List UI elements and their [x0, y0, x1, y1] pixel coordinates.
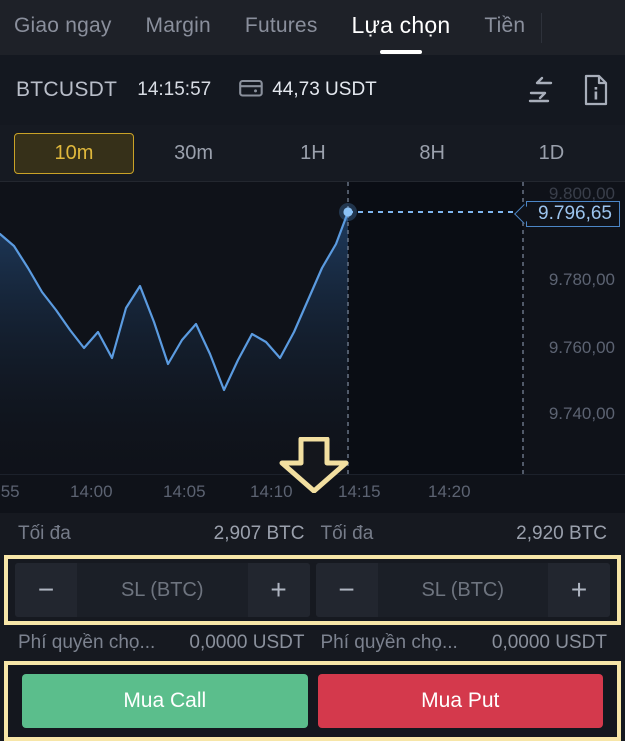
y-axis-label-9740: 9.740,00 — [548, 404, 615, 423]
quantity-input-put[interactable]: SL (BTC) — [377, 563, 548, 617]
tab-tien[interactable]: Tiền — [484, 14, 525, 42]
transfer-arrows-icon[interactable] — [525, 75, 557, 105]
max-amount-row: Tối đa 2,907 BTC Tối đa 2,920 BTC — [0, 513, 625, 555]
chart-area-fill — [0, 212, 348, 474]
wallet-balance[interactable]: 44,73 USDT — [239, 78, 377, 103]
timeframe-selector: 10m 30m 1H 8H 1D — [0, 125, 625, 182]
premium-fee-put: Phí quyền chọ... 0,0000 USDT — [313, 632, 616, 654]
tab-lua-chon-label: Lựa chọn — [351, 12, 451, 38]
increase-quantity-call-button[interactable]: + — [247, 563, 310, 617]
timeframe-1h[interactable]: 1H — [253, 133, 372, 174]
tab-margin-label: Margin — [145, 13, 211, 37]
y-axis-label-9780: 9.780,00 — [548, 270, 615, 289]
timeframe-10m[interactable]: 10m — [14, 132, 134, 174]
max-value-put: 2,920 BTC — [516, 523, 607, 544]
down-arrow-annotation-icon — [278, 436, 350, 494]
action-buttons-highlight: Mua Call Mua Put — [4, 661, 621, 741]
premium-fee-label-call: Phí quyền chọ... — [18, 632, 156, 653]
premium-fee-value-put: 0,0000 USDT — [491, 632, 607, 653]
quantity-input-call[interactable]: SL (BTC) — [77, 563, 248, 617]
nav-separator — [541, 12, 543, 43]
timeframe-10m-label: 10m — [54, 141, 94, 164]
server-time: 14:15:57 — [137, 79, 212, 100]
minus-icon-call: − — [37, 574, 55, 605]
decrease-quantity-call-button[interactable]: − — [15, 563, 77, 617]
max-amount-call: Tối đa 2,907 BTC — [10, 523, 313, 545]
plus-icon-call: + — [270, 574, 287, 605]
y-axis-label-9760: 9.760,00 — [548, 338, 615, 357]
wallet-amount: 44,73 USDT — [272, 79, 377, 100]
quantity-input-put-placeholder: SL (BTC) — [421, 578, 505, 601]
current-price-badge: 9.796,65 — [526, 201, 620, 227]
timeframe-30m[interactable]: 30m — [134, 133, 253, 174]
tab-lua-chon[interactable]: Lựa chọn — [351, 12, 451, 54]
x-axis-label-0: :55 — [0, 482, 20, 501]
buy-put-label: Mua Put — [421, 689, 500, 712]
max-amount-put: Tối đa 2,920 BTC — [313, 523, 616, 545]
premium-fee-call: Phí quyền chọ... 0,0000 USDT — [10, 632, 313, 654]
quantity-stepper-call: − SL (BTC) + — [15, 563, 310, 617]
tab-futures-label: Futures — [244, 13, 318, 37]
plus-icon-put: + — [570, 574, 588, 605]
quantity-input-call-placeholder: SL (BTC) — [120, 578, 204, 601]
minus-icon-put: − — [338, 574, 355, 605]
options-trading-screen: Giao ngay Margin Futures Lựa chọn Tiền B… — [0, 0, 625, 741]
tab-margin[interactable]: Margin — [146, 14, 211, 42]
decrease-quantity-put-button[interactable]: − — [315, 563, 378, 617]
top-navigation-tabs: Giao ngay Margin Futures Lựa chọn Tiền — [0, 0, 625, 55]
symbol-bar: BTCUSDT 14:15:57 44,73 USDT — [0, 55, 625, 125]
timeframe-8h[interactable]: 8H — [373, 133, 492, 174]
quantity-steppers-highlight: − SL (BTC) + − SL (BTC) + — [4, 555, 621, 625]
wallet-icon — [239, 78, 263, 103]
price-chart[interactable]: 9.800,00 9.780,00 9.760,00 9.740,00 9.79… — [0, 182, 625, 474]
x-axis-label-1: 14:00 — [70, 482, 113, 501]
timeframe-1d[interactable]: 1D — [492, 133, 611, 174]
tab-giao-ngay[interactable]: Giao ngay — [14, 14, 112, 42]
buy-call-label: Mua Call — [123, 689, 207, 712]
premium-fee-label-put: Phí quyền chọ... — [320, 632, 458, 653]
tab-futures[interactable]: Futures — [245, 14, 318, 42]
max-label-put: Tối đa — [320, 523, 374, 544]
premium-fee-row: Phí quyền chọ... 0,0000 USDT Phí quyền c… — [0, 625, 625, 661]
info-document-icon[interactable] — [583, 74, 609, 106]
max-label-call: Tối đa — [18, 523, 71, 544]
timeframe-1d-label: 1D — [538, 141, 565, 164]
timeframe-8h-label: 8H — [419, 141, 445, 164]
quantity-steppers-row: − SL (BTC) + − SL (BTC) + — [8, 559, 617, 621]
x-axis-label-2: 14:05 — [163, 482, 206, 501]
trade-panel: Tối đa 2,907 BTC Tối đa 2,920 BTC − SL (… — [0, 513, 625, 741]
current-price-dot — [343, 207, 353, 217]
symbol-name[interactable]: BTCUSDT — [16, 78, 117, 102]
active-tab-underline — [379, 50, 422, 54]
x-axis-label-5: 14:20 — [428, 482, 471, 501]
timeframe-1h-label: 1H — [300, 141, 326, 164]
tab-giao-ngay-label: Giao ngay — [14, 13, 112, 37]
action-buttons-row: Mua Call Mua Put — [8, 665, 617, 737]
premium-fee-value-call: 0,0000 USDT — [189, 632, 305, 653]
timeframe-30m-label: 30m — [174, 141, 214, 164]
max-value-call: 2,907 BTC — [213, 523, 305, 544]
tab-tien-label: Tiền — [484, 13, 526, 37]
increase-quantity-put-button[interactable]: + — [548, 563, 610, 617]
quantity-stepper-put: − SL (BTC) + — [315, 563, 610, 617]
